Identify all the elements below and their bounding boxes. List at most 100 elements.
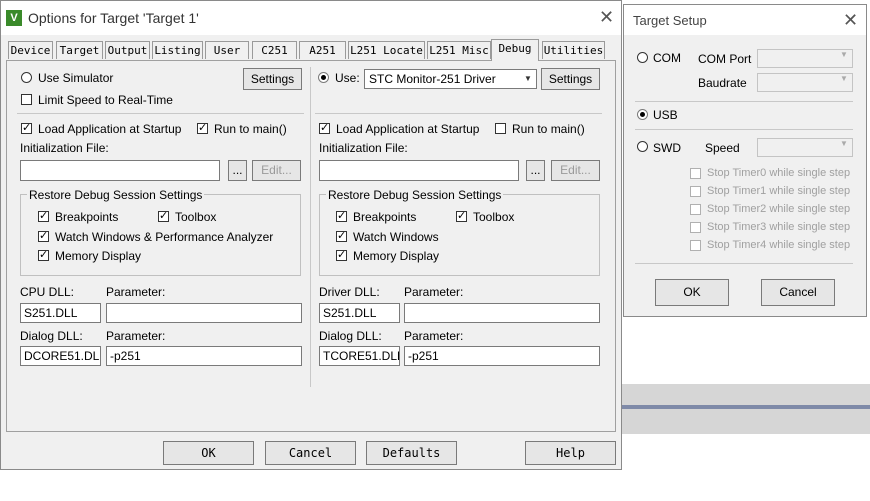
tab-debug[interactable]: Debug	[491, 39, 539, 61]
com-port-select[interactable]: ▼	[757, 49, 853, 68]
tab-l251-locate[interactable]: L251 Locate	[348, 41, 425, 59]
background-window-strip	[622, 384, 870, 434]
left-restore-group-title: Restore Debug Session Settings	[27, 188, 205, 202]
left-load-app-label: Load Application at Startup	[38, 122, 182, 136]
target-setup-ok-button[interactable]: OK	[655, 279, 729, 306]
cancel-button[interactable]: Cancel	[265, 441, 356, 465]
tab-user[interactable]: User	[205, 41, 249, 59]
tab-output[interactable]: Output	[105, 41, 150, 59]
right-param2-input[interactable]: -p251	[404, 346, 600, 366]
stop-timer1-checkbox[interactable]	[690, 186, 701, 197]
right-dll1-label: Driver DLL:	[319, 285, 380, 299]
right-watch-checkbox[interactable]	[336, 229, 347, 242]
left-toolbox-label: Toolbox	[175, 210, 217, 224]
left-param1-label: Parameter:	[106, 285, 166, 299]
right-toolbox-checkbox[interactable]	[456, 209, 467, 222]
left-top-separator	[17, 113, 304, 114]
stop-timer0-label: Stop Timer0 while single step	[707, 167, 851, 179]
simulator-settings-button[interactable]: Settings	[243, 68, 302, 90]
right-param1-input[interactable]	[404, 303, 600, 323]
left-param1-input[interactable]	[106, 303, 302, 323]
driver-settings-button[interactable]: Settings	[541, 68, 600, 90]
swd-radio[interactable]	[637, 141, 648, 152]
left-memory-checkbox[interactable]	[38, 248, 49, 261]
right-watch-label: Watch Windows	[353, 230, 439, 244]
left-watch-label: Watch Windows & Performance Analyzer	[55, 230, 274, 244]
left-load-app-checkbox[interactable]	[21, 121, 32, 134]
speed-label: Speed	[705, 141, 740, 155]
right-edit-button[interactable]: Edit...	[551, 160, 600, 181]
usb-label: USB	[653, 108, 678, 122]
baudrate-select[interactable]: ▼	[757, 73, 853, 92]
stop-timer2-label: Stop Timer2 while single step	[707, 203, 851, 215]
tab-c251[interactable]: C251	[252, 41, 297, 59]
left-param2-input[interactable]: -p251	[106, 346, 302, 366]
left-param2-label: Parameter:	[106, 329, 166, 343]
options-titlebar: V Options for Target 'Target 1' ✕	[1, 1, 621, 35]
tab-a251[interactable]: A251	[299, 41, 346, 59]
left-init-file-input[interactable]	[20, 160, 220, 181]
use-label: Use:	[335, 71, 360, 85]
use-simulator-radio[interactable]	[21, 72, 32, 83]
close-icon[interactable]: ✕	[599, 7, 614, 28]
stop-timer4-checkbox[interactable]	[690, 240, 701, 251]
use-driver-radio[interactable]	[318, 72, 329, 83]
right-memory-label: Memory Display	[353, 249, 440, 263]
chevron-down-icon: ▼	[840, 139, 848, 148]
right-run-main-checkbox[interactable]	[495, 123, 506, 134]
driver-select-value: STC Monitor-251 Driver	[369, 72, 496, 86]
right-breakpoints-label: Breakpoints	[353, 210, 417, 224]
help-button[interactable]: Help	[525, 441, 616, 465]
defaults-button[interactable]: Defaults	[366, 441, 457, 465]
left-dll2-input[interactable]: DCORE51.DLL	[20, 346, 101, 366]
left-toolbox-checkbox[interactable]	[158, 209, 169, 222]
right-init-file-input[interactable]	[319, 160, 519, 181]
left-run-main-checkbox[interactable]	[197, 121, 208, 134]
left-run-main-label: Run to main()	[214, 122, 287, 136]
stop-timer3-checkbox[interactable]	[690, 222, 701, 233]
options-title: Options for Target 'Target 1'	[28, 10, 199, 26]
close-icon[interactable]: ✕	[843, 10, 858, 31]
tab-listing[interactable]: Listing	[152, 41, 203, 59]
driver-select[interactable]: STC Monitor-251 Driver ▼	[364, 69, 537, 89]
usb-radio[interactable]	[637, 109, 648, 120]
left-edit-button[interactable]: Edit...	[252, 160, 301, 181]
right-dll2-input[interactable]: TCORE51.DLL	[319, 346, 400, 366]
left-memory-label: Memory Display	[55, 249, 142, 263]
right-load-app-checkbox[interactable]	[319, 121, 330, 134]
left-breakpoints-checkbox[interactable]	[38, 209, 49, 222]
baudrate-label: Baudrate	[698, 76, 747, 90]
right-memory-checkbox[interactable]	[336, 248, 347, 261]
usb-separator	[635, 129, 853, 130]
speed-select[interactable]: ▼	[757, 138, 853, 157]
target-setup-cancel-button[interactable]: Cancel	[761, 279, 835, 306]
left-watch-checkbox[interactable]	[38, 229, 49, 242]
right-toolbox-label: Toolbox	[473, 210, 515, 224]
left-browse-button[interactable]: ...	[228, 160, 247, 181]
left-dll1-input[interactable]: S251.DLL	[20, 303, 101, 323]
stop-timer0-checkbox[interactable]	[690, 168, 701, 179]
keil-uvision-icon: V	[6, 10, 22, 26]
target-setup-title: Target Setup	[633, 13, 707, 28]
right-restore-group-title: Restore Debug Session Settings	[326, 188, 504, 202]
com-radio[interactable]	[637, 52, 648, 63]
right-browse-button[interactable]: ...	[526, 160, 545, 181]
tab-utilities[interactable]: Utilities	[542, 41, 605, 59]
tab-l251-misc[interactable]: L251 Misc	[427, 41, 491, 59]
background-window-line	[622, 405, 870, 409]
ok-button[interactable]: OK	[163, 441, 254, 465]
tab-target[interactable]: Target	[56, 41, 103, 59]
stop-timer1-label: Stop Timer1 while single step	[707, 185, 851, 197]
right-dll2-label: Dialog DLL:	[319, 329, 382, 343]
stop-timer2-checkbox[interactable]	[690, 204, 701, 215]
right-breakpoints-checkbox[interactable]	[336, 209, 347, 222]
limit-speed-checkbox[interactable]	[21, 94, 32, 105]
com-label: COM	[653, 51, 681, 65]
chevron-down-icon: ▼	[840, 74, 848, 83]
panel-divider	[310, 67, 311, 387]
right-param1-label: Parameter:	[404, 285, 464, 299]
tab-device[interactable]: Device	[8, 41, 53, 59]
left-breakpoints-label: Breakpoints	[55, 210, 119, 224]
right-dll1-input[interactable]: S251.DLL	[319, 303, 400, 323]
swd-label: SWD	[653, 141, 681, 155]
